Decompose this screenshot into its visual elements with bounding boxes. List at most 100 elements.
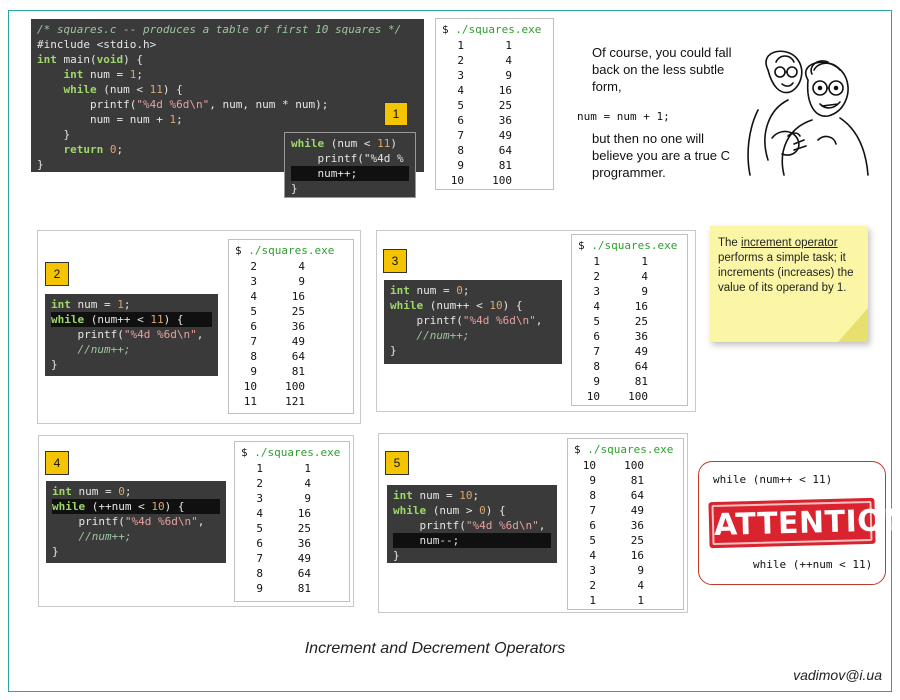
code-line: /* squares.c -- produces a table of firs…: [37, 23, 402, 36]
code-line: printf("%4d %6d\n",: [390, 314, 543, 327]
output-row: 24: [457, 54, 512, 67]
code-line: num++;: [291, 166, 409, 181]
sticky-note-curl: [838, 308, 868, 342]
code-line: //num++;: [52, 530, 132, 543]
output-row: 6 36: [256, 537, 311, 550]
code-line: int num = 1;: [63, 68, 143, 81]
code-line: while (++num < 10) {: [52, 499, 220, 514]
output-row: 10 100: [582, 459, 644, 472]
code-line: }: [291, 182, 298, 195]
output-row: 9 81: [457, 159, 512, 172]
code-line: while (num < 11) {: [63, 83, 183, 96]
code-line: printf("%4d %6d\n", num, num * num);: [37, 98, 329, 111]
code-line: int num = 10;: [393, 489, 480, 502]
output-row: 7 49: [593, 345, 648, 358]
aside-line-2: back on the less subtle: [592, 62, 725, 77]
code-block-3: int num = 0; while (num++ < 10) { printf(…: [384, 280, 562, 364]
output-row: 24: [256, 477, 311, 490]
code-line: while (num > 0) {: [393, 504, 506, 517]
sticky-term: increment operator: [741, 237, 838, 249]
terminal-prompt: $ ./squares.exe: [235, 244, 335, 257]
output-row: 10 100: [586, 390, 648, 403]
code-line: while (num < 11): [291, 137, 397, 150]
output-row: 8 64: [250, 350, 305, 363]
output-row: 24: [250, 260, 305, 273]
output-row: 7 49: [256, 552, 311, 565]
sticky-prefix: The: [718, 237, 742, 249]
output-row: 6 36: [457, 114, 512, 127]
terminal-output-5: $ ./squares.exe 10 100 9 81 8 64 7 49 6 36 5 25 4 16 3 9…: [567, 438, 684, 610]
output-row: 4 16: [589, 549, 644, 562]
badge-1: 1: [384, 102, 408, 126]
code-line: printf("%4d %6d\n",: [51, 328, 204, 341]
terminal-output-1: $ ./squares.exe 1 1 2 4 3 9 4 16 5 25 6 36 7 49 8 64 9 81 1…: [435, 18, 554, 190]
code-line: int main(void) {: [37, 53, 143, 66]
attention-box: while (num++ < 11) ATTENTION while (++nu…: [698, 461, 900, 585]
output-row: 39: [589, 564, 644, 577]
output-row: 39: [593, 285, 648, 298]
code-block-2: int num = 1; while (num++ < 11) { printf(…: [45, 294, 218, 376]
aside-note-2: but then no one will believe you are a t…: [592, 130, 732, 181]
output-row: 11: [457, 39, 512, 52]
terminal-prompt: $ ./squares.exe: [241, 446, 341, 459]
attention-bottom-code: while (++num < 11): [753, 558, 873, 571]
terminal-prompt: $ ./squares.exe: [442, 23, 542, 36]
terminal-output-4: $ ./squares.exe 1 1 2 4 3 9 4 16 5 25 6 36 7 49 8 64 9 81: [234, 441, 350, 602]
code-line: int num = 0;: [52, 485, 132, 498]
output-row: 39: [256, 492, 311, 505]
output-row: 4 16: [457, 84, 512, 97]
output-row: 10 100: [243, 380, 305, 393]
output-row: 7 49: [457, 129, 512, 142]
terminal-output-3: $ ./squares.exe 1 1 2 4 3 9 4 16 5 25 6 36 7 49 8 64 9 81 1…: [571, 234, 688, 406]
aside-line-5: believe you are a true C: [592, 148, 731, 163]
output-row: 5 25: [589, 534, 644, 547]
code-line: }: [51, 358, 58, 371]
output-row: 11: [589, 594, 644, 607]
output-row: 4 16: [593, 300, 648, 313]
aside-line-4: but then no one will: [592, 131, 705, 146]
code-line: #include <stdio.h>: [37, 38, 157, 51]
aside-code: num = num + 1;: [577, 110, 670, 123]
output-row: 6 36: [593, 330, 648, 343]
output-row: 8 64: [256, 567, 311, 580]
code-line: num--;: [393, 533, 551, 548]
output-row: 11 121: [243, 395, 305, 408]
code-block-5: int num = 10; while (num > 0) { printf("%…: [387, 485, 557, 563]
output-row: 24: [593, 270, 648, 283]
attention-top-code: while (num++ < 11): [713, 473, 833, 486]
output-row: 5 25: [593, 315, 648, 328]
output-row: 8 64: [593, 360, 648, 373]
sticky-body: performs a simple task; it increments (i…: [718, 252, 854, 294]
aside-note: Of course, you could fall back on the le…: [592, 44, 742, 95]
code-line: }: [390, 344, 397, 357]
code-line: }: [52, 545, 59, 558]
terminal-output-2: $ ./squares.exe 2 4 3 9 4 16 5 25 6 36 7 49 8 64 9 81 10 1…: [228, 239, 354, 414]
code-line: }: [393, 549, 400, 562]
code-line: int num = 0;: [390, 284, 470, 297]
badge-5: 5: [385, 451, 409, 475]
output-row: 10 100: [450, 174, 512, 187]
output-row: 24: [589, 579, 644, 592]
author-email: vadimov@i.ua: [793, 667, 882, 683]
output-row: 7 49: [250, 335, 305, 348]
code-line: while (num++ < 10) {: [390, 299, 523, 312]
aside-line-6: programmer.: [592, 165, 666, 180]
code-line: //num++;: [390, 329, 470, 342]
output-row: 39: [457, 69, 512, 82]
badge-2: 2: [45, 262, 69, 286]
output-row: 5 25: [457, 99, 512, 112]
code-line: num = num + 1;: [37, 113, 183, 126]
output-row: 4 16: [256, 507, 311, 520]
output-row: 9 81: [256, 582, 311, 595]
output-row: 7 49: [589, 504, 644, 517]
output-row: 9 81: [589, 474, 644, 487]
aside-line-1: Of course, you could fall: [592, 45, 732, 60]
output-row: 4 16: [250, 290, 305, 303]
output-row: 8 64: [589, 489, 644, 502]
output-row: 6 36: [250, 320, 305, 333]
output-row: 9 81: [593, 375, 648, 388]
attention-stamp-text: ATTENTION: [711, 500, 900, 546]
code-line: int num = 1;: [51, 298, 131, 311]
output-row: 8 64: [457, 144, 512, 157]
snippet-1-code: while (num < 11) printf("%4d % num++;}: [284, 132, 416, 198]
